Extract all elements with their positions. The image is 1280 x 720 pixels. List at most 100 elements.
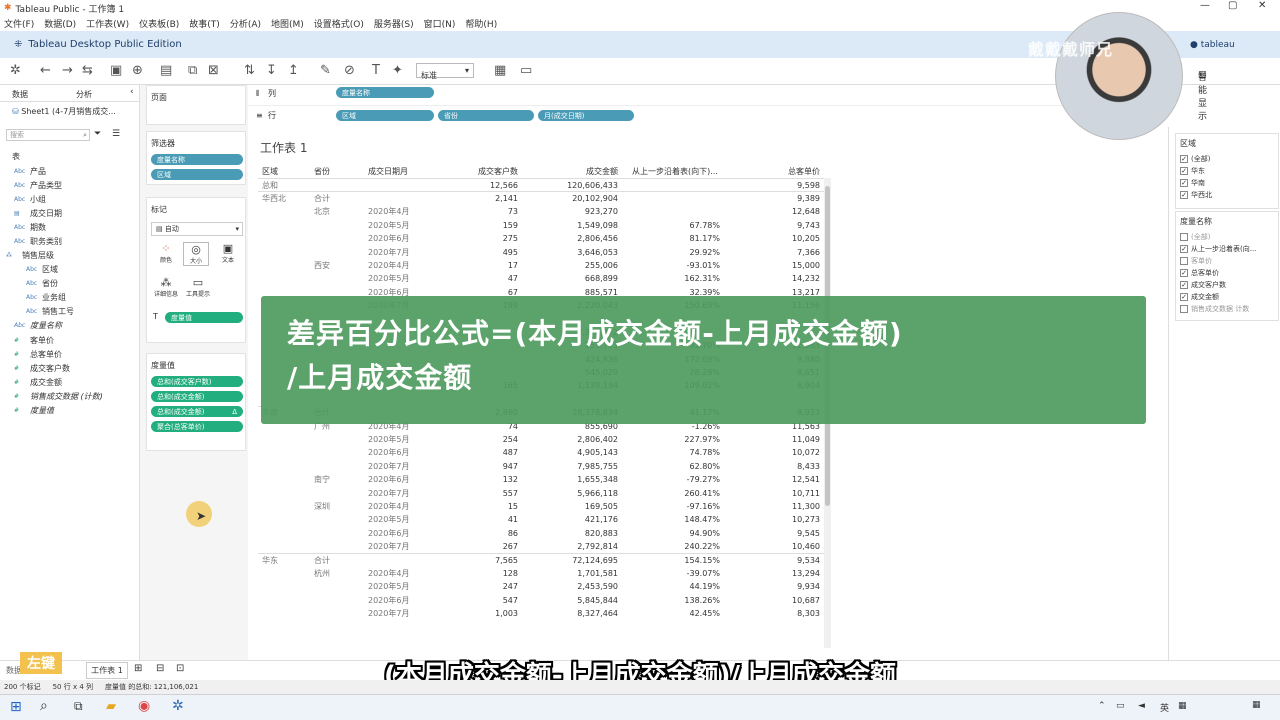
menu-format[interactable]: 设置格式(O) [314, 17, 364, 30]
table-cell[interactable] [310, 594, 364, 607]
table-cell[interactable]: 668,899 [522, 272, 622, 285]
table-cell[interactable]: 255,006 [522, 259, 622, 272]
table-cell[interactable] [310, 219, 364, 232]
show-cards-icon[interactable]: ▦ [494, 63, 506, 78]
table-cell[interactable]: 北京 [310, 205, 364, 218]
table-cell[interactable]: 15,000 [724, 259, 824, 272]
region-filter-option[interactable]: ✓ (全部) [1176, 153, 1278, 165]
table-cell[interactable]: 162.31% [622, 272, 724, 285]
tab-analysis[interactable]: 分析 [76, 89, 92, 100]
table-cell[interactable] [310, 486, 364, 499]
table-cell[interactable]: 2020年4月 [364, 259, 420, 272]
table-cell[interactable]: 15 [420, 500, 522, 513]
measure-pill-amount[interactable]: 总和(成交金额) [151, 391, 243, 402]
measure-pill-avg-price[interactable]: 聚合(总客单价) [151, 421, 243, 432]
detail-button[interactable]: ⁂ 详细信息 [151, 276, 181, 298]
region-filter-option[interactable]: ✓ 华东 [1176, 165, 1278, 177]
region-filter-option[interactable]: ✓ 华南 [1176, 177, 1278, 189]
filter-pill-measure-names[interactable]: 度量名称 [151, 154, 243, 165]
rows-pill-region[interactable]: 区域 [336, 110, 434, 121]
table-cell[interactable]: 47 [420, 272, 522, 285]
table-cell[interactable]: 12,566 [420, 177, 522, 192]
table-cell[interactable]: 10,273 [724, 513, 824, 526]
table-cell[interactable]: 杭州 [310, 567, 364, 580]
table-cell[interactable]: 94.90% [622, 527, 724, 540]
filters-card[interactable]: 筛选器 度量名称 区域 [146, 131, 246, 185]
measure-names-filter-option[interactable]: 销售成交数据 计数 [1176, 303, 1278, 315]
ime-indicator[interactable]: 英 [1160, 701, 1169, 714]
table-cell[interactable]: 2020年6月 [364, 473, 420, 486]
table-cell[interactable] [364, 191, 420, 206]
filter-pill-region[interactable]: 区域 [151, 169, 243, 180]
redo-icon[interactable]: → [62, 63, 73, 78]
table-cell[interactable]: 7,366 [724, 245, 824, 258]
table-cell[interactable] [310, 232, 364, 245]
table-cell[interactable]: 7,565 [420, 552, 522, 567]
field-dimension[interactable]: Abc 产品 [14, 165, 46, 177]
table-cell[interactable] [364, 552, 420, 567]
rows-pill-province[interactable]: 省份 [438, 110, 534, 121]
field-dimension[interactable]: ⁂ 销售层级 [6, 249, 54, 261]
field-dimension[interactable]: Abc 业务组 [26, 291, 66, 303]
table-cell[interactable] [310, 580, 364, 593]
table-cell[interactable] [310, 540, 364, 553]
table-cell[interactable] [310, 527, 364, 540]
table-cell[interactable] [258, 486, 310, 499]
minimize-button[interactable]: — [1200, 0, 1210, 11]
table-cell[interactable]: 947 [420, 460, 522, 473]
table-cell[interactable]: 12,648 [724, 205, 824, 218]
table-cell[interactable]: 81.17% [622, 232, 724, 245]
measure-names-filter-option[interactable]: ✓ 成交金额 [1176, 291, 1278, 303]
table-cell[interactable] [258, 513, 310, 526]
menu-analysis[interactable]: 分析(A) [230, 17, 261, 30]
close-button[interactable]: ✕ [1258, 0, 1266, 11]
field-dimension[interactable]: Abc 销售工号 [26, 305, 74, 317]
table-cell[interactable]: 总和 [258, 177, 310, 192]
table-cell[interactable]: 2020年6月 [364, 594, 420, 607]
table-cell[interactable] [258, 567, 310, 580]
size-button[interactable]: ◎ 大小 [183, 242, 209, 266]
table-cell[interactable]: 2020年7月 [364, 607, 420, 620]
windows-start-icon[interactable]: ⊞ [10, 699, 22, 715]
table-cell[interactable]: 820,883 [522, 527, 622, 540]
menu-worksheet[interactable]: 工作表(W) [86, 17, 129, 30]
field-measure[interactable]: # 成交客户数 [14, 362, 70, 374]
measure-names-filter-option[interactable]: ✓ 总客单价 [1176, 267, 1278, 279]
table-cell[interactable]: 2020年6月 [364, 446, 420, 459]
field-measure[interactable]: # 总客单价 [14, 348, 62, 360]
table-cell[interactable]: 8,303 [724, 607, 824, 620]
field-dimension[interactable]: Abc 小组 [14, 193, 46, 205]
table-cell[interactable]: 2020年5月 [364, 513, 420, 526]
pin-icon[interactable]: ✦ [392, 63, 403, 78]
menu-data[interactable]: 数据(D) [44, 17, 76, 30]
label-icon[interactable]: T [372, 63, 380, 78]
table-cell[interactable]: 9,389 [724, 191, 824, 206]
table-cell[interactable]: 2020年5月 [364, 580, 420, 593]
table-cell[interactable] [622, 177, 724, 192]
table-cell[interactable]: 67.78% [622, 219, 724, 232]
clear-sheet-icon[interactable]: ⊠ [208, 63, 219, 78]
table-cell[interactable] [258, 232, 310, 245]
tray-chevron-icon[interactable]: ⌃ [1098, 701, 1106, 711]
table-cell[interactable]: 2020年4月 [364, 567, 420, 580]
table-cell[interactable]: 11,300 [724, 500, 824, 513]
table-cell[interactable]: 9,934 [724, 580, 824, 593]
table-cell[interactable]: 2,806,456 [522, 232, 622, 245]
menu-map[interactable]: 地图(M) [271, 17, 304, 30]
table-cell[interactable] [258, 527, 310, 540]
table-cell[interactable]: 2020年5月 [364, 433, 420, 446]
columns-pill-measure-names[interactable]: 度量名称 [336, 87, 434, 98]
table-cell[interactable]: 138.26% [622, 594, 724, 607]
menu-file[interactable]: 文件(F) [4, 17, 34, 30]
measure-pill-customers[interactable]: 总和(成交客户数) [151, 376, 243, 387]
field-dimension[interactable]: Abc 产品类型 [14, 179, 62, 191]
search-input[interactable]: 搜索 ⌕ [6, 129, 90, 141]
replay-icon[interactable]: ⇆ [82, 63, 93, 78]
table-cell[interactable]: 南宁 [310, 473, 364, 486]
table-cell[interactable] [310, 245, 364, 258]
table-cell[interactable]: 2,453,590 [522, 580, 622, 593]
table-cell[interactable]: 73 [420, 205, 522, 218]
checkbox-checked-icon[interactable]: ✓ [1180, 269, 1188, 277]
table-cell[interactable] [310, 607, 364, 620]
table-cell[interactable] [364, 177, 420, 192]
